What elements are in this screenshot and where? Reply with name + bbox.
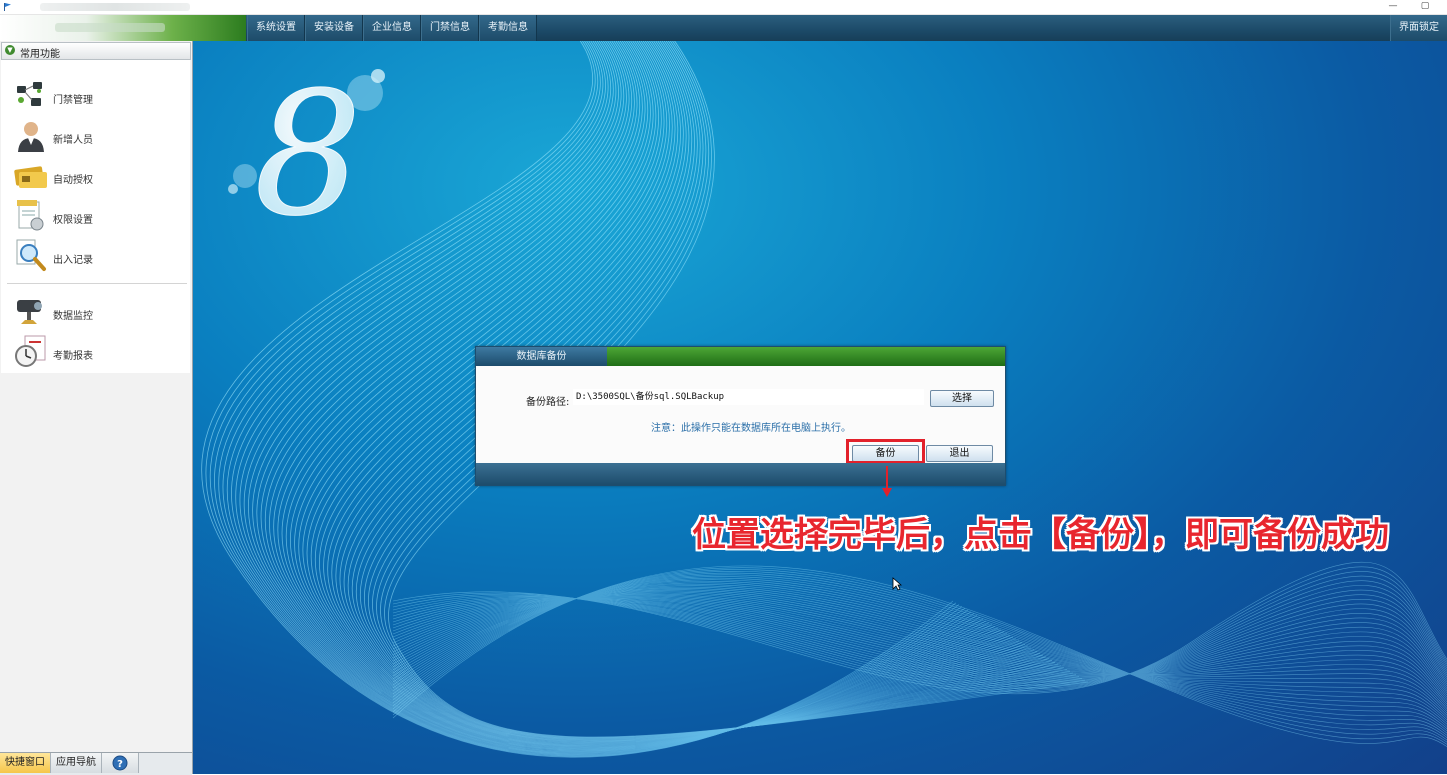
select-path-button[interactable]: 选择: [930, 390, 994, 407]
maximize-button[interactable]: ▢: [1415, 0, 1435, 14]
collapse-toggle-icon[interactable]: ▼: [5, 45, 15, 55]
menu-access-info[interactable]: 门禁信息: [421, 15, 479, 41]
help-button[interactable]: ?: [102, 753, 139, 773]
sidebar-item-permission[interactable]: 权限设置: [13, 198, 183, 234]
magnifier-icon: [16, 239, 46, 271]
exit-button[interactable]: 退出: [926, 445, 993, 462]
sidebar-item-label: 权限设置: [53, 215, 93, 226]
sidebar-item-new-person[interactable]: 新增人员: [13, 118, 183, 154]
sidebar-bottom-tabs: 快捷窗口 应用导航 ?: [0, 752, 192, 775]
menu-attendance-info[interactable]: 考勤信息: [479, 15, 537, 41]
menu-install-device[interactable]: 安装设备: [305, 15, 363, 41]
backup-path-label: 备份路径:: [526, 397, 570, 408]
brand-logo: 8: [254, 56, 362, 254]
brand-banner: [0, 15, 246, 41]
minimize-button[interactable]: —: [1383, 0, 1403, 14]
backup-path-input[interactable]: D:\3500SQL\备份sql.SQLBackup: [573, 389, 924, 405]
sidebar-header[interactable]: ▼ 常用功能: [1, 42, 191, 60]
annotation-arrow-icon: [882, 466, 892, 497]
tab-app-navigation[interactable]: 应用导航: [51, 753, 102, 773]
dialog-title-tab: 数据库备份: [476, 347, 607, 366]
backup-button-highlight: [846, 439, 925, 464]
sidebar-panel: 门禁管理 新增人员 自动授权 权限设置 出入记录 数据监控 考勤报表: [1, 60, 190, 373]
mouse-cursor-icon: [892, 577, 902, 591]
tab-quick-window[interactable]: 快捷窗口: [0, 753, 51, 773]
sidebar: ▼ 常用功能 门禁管理 新增人员 自动授权 权限设置 出入记录 数据监控 考勤报…: [0, 41, 193, 775]
window-title-bar: — ▢: [0, 0, 1447, 15]
lock-ui-button[interactable]: 界面锁定: [1390, 15, 1447, 41]
brand-name-blurred: [55, 23, 165, 32]
dialog-header: 数据库备份: [476, 347, 1005, 366]
sidebar-item-door-control[interactable]: 门禁管理: [13, 78, 183, 114]
database-backup-dialog: 数据库备份 备份路径: D:\3500SQL\备份sql.SQLBackup 选…: [475, 346, 1006, 486]
menu-bar: 系统设置 安装设备 企业信息 门禁信息 考勤信息 界面锁定: [0, 15, 1447, 41]
annotation-caption: 位置选择完毕后，点击【备份】，即可备份成功: [692, 515, 1389, 555]
door-control-icon: [17, 82, 42, 106]
dialog-footer: [476, 463, 1005, 485]
menu-system-settings[interactable]: 系统设置: [247, 15, 305, 41]
sidebar-item-label: 出入记录: [53, 255, 93, 266]
app-title-blurred: [40, 3, 190, 11]
person-icon: [18, 122, 44, 152]
clock-icon: [15, 335, 46, 367]
dialog-body: 备份路径: D:\3500SQL\备份sql.SQLBackup 选择 注意：此…: [476, 366, 1005, 464]
app-flag-icon: [4, 3, 11, 11]
sidebar-item-access-records[interactable]: 出入记录: [13, 238, 183, 274]
camera-icon: [17, 300, 42, 324]
help-icon: ?: [112, 755, 128, 771]
sidebar-item-label: 数据监控: [53, 311, 93, 322]
sidebar-item-auto-authorize[interactable]: 自动授权: [13, 158, 183, 194]
menu-company-info[interactable]: 企业信息: [363, 15, 421, 41]
card-icon: [14, 166, 47, 188]
sidebar-item-label: 考勤报表: [53, 351, 93, 362]
menu-items: 系统设置 安装设备 企业信息 门禁信息 考勤信息: [247, 15, 537, 41]
dialog-note: 注意：此操作只能在数据库所在电脑上执行。: [651, 423, 851, 434]
sidebar-divider: [7, 283, 187, 284]
wave-line: [392, 575, 1447, 690]
wave-line: [392, 565, 1447, 747]
sidebar-item-label: 新增人员: [53, 135, 93, 146]
sidebar-item-label: 门禁管理: [53, 95, 93, 106]
permission-doc-icon: [17, 200, 44, 231]
wave-line: [392, 598, 1447, 683]
sidebar-item-label: 自动授权: [53, 175, 93, 186]
sidebar-header-title: 常用功能: [20, 49, 60, 60]
sidebar-item-attendance-report[interactable]: 考勤报表: [13, 334, 183, 370]
sidebar-item-data-monitor[interactable]: 数据监控: [13, 294, 183, 330]
svg-text:?: ?: [117, 759, 123, 770]
